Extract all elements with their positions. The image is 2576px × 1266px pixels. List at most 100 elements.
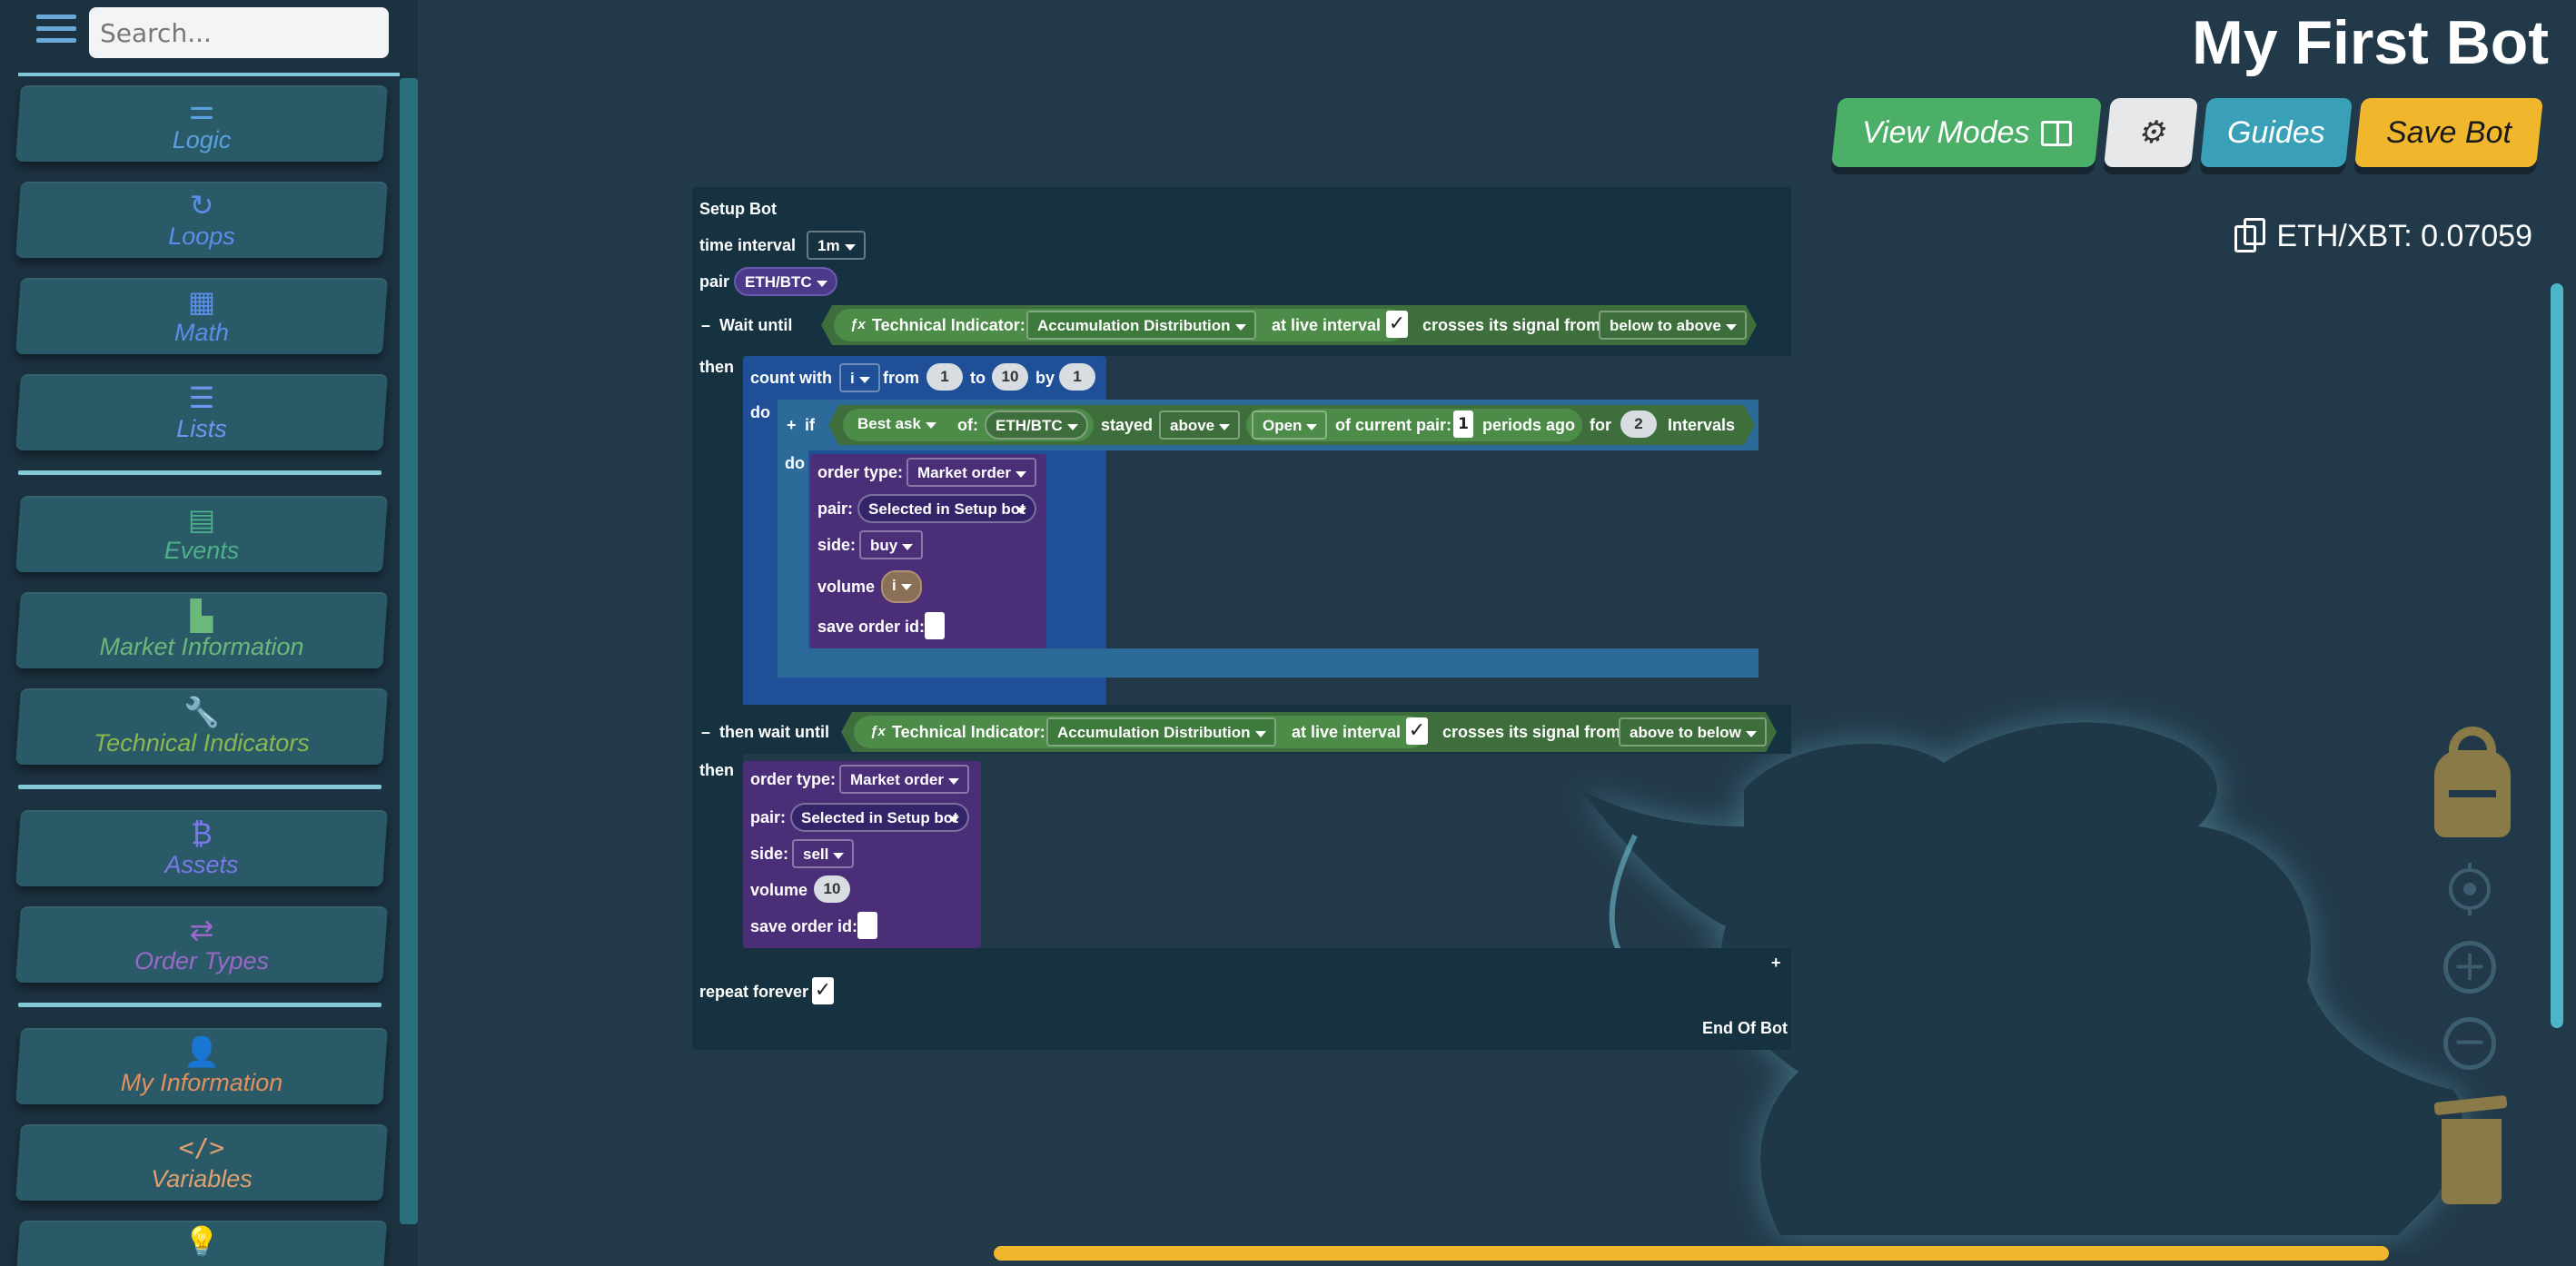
category-math[interactable]: ▦ Math [15, 278, 388, 354]
volume-value[interactable]: 10 [814, 875, 850, 903]
category-my-information[interactable]: 👤 My Information [15, 1028, 388, 1104]
zoom-in-icon[interactable]: + [2443, 941, 2496, 994]
chart-icon: ▙ [190, 598, 213, 633]
save-order-id-input[interactable] [925, 612, 945, 639]
end-of-bot-label: End Of Bot [1702, 1019, 1788, 1037]
settings-button[interactable]: ⚙ [2104, 98, 2198, 167]
stayed-direction-dropdown[interactable]: above [1159, 410, 1241, 440]
count-with-label: count with [750, 369, 832, 387]
for-value[interactable]: 2 [1620, 410, 1657, 438]
view-modes-button[interactable]: View Modes [1831, 98, 2102, 167]
live-interval-checkbox[interactable]: ✓ [1386, 311, 1408, 338]
periods-value-input[interactable]: 1 [1453, 410, 1473, 438]
from-value[interactable]: 1 [926, 363, 963, 391]
pair-label: pair [699, 272, 730, 291]
repeat-forever-checkbox[interactable]: ✓ [812, 977, 834, 1004]
category-tips[interactable]: 💡 [15, 1221, 388, 1266]
side-dropdown[interactable]: sell [792, 839, 855, 868]
of-pair-dropdown[interactable]: ETH/BTC [985, 410, 1088, 440]
category-technical-indicators[interactable]: 🔧 Technical Indicators [15, 688, 388, 765]
if-block-footer [778, 648, 1759, 678]
for-label: for [1590, 416, 1611, 434]
category-label: Math [173, 318, 230, 346]
add-block-toggle[interactable]: + [1771, 952, 1781, 974]
if-do-label: do [785, 454, 805, 472]
by-value[interactable]: 1 [1059, 363, 1095, 391]
price-type-dropdown[interactable]: Best ask [848, 410, 945, 440]
recenter-icon[interactable] [2443, 863, 2496, 915]
hamburger-menu-icon[interactable] [36, 15, 76, 47]
function-icon: ƒx [870, 724, 886, 739]
save-order-id-input[interactable] [857, 912, 877, 939]
then-wait-spine [692, 754, 743, 948]
of-current-pair-label: of current pair: [1335, 416, 1452, 434]
setup-bot-footer [692, 948, 1791, 1050]
intervals-label: Intervals [1668, 416, 1736, 434]
category-loops[interactable]: ↻ Loops [15, 182, 388, 258]
bitcoin-icon: ₿ [191, 816, 213, 851]
book-icon [2040, 120, 2072, 145]
workspace-vertical-scrollbar[interactable] [2551, 283, 2563, 1028]
toolbox-scrollbar[interactable] [400, 78, 418, 1224]
zoom-out-icon[interactable]: − [2443, 1017, 2496, 1070]
volume-variable-dropdown[interactable]: i [881, 570, 922, 603]
category-assets[interactable]: ₿ Assets [15, 810, 388, 886]
category-events[interactable]: ▤ Events [15, 496, 388, 572]
category-label: Assets [164, 850, 239, 878]
view-modes-label: View Modes [1861, 114, 2030, 150]
side-dropdown[interactable]: buy [859, 530, 924, 559]
save-bot-button[interactable]: Save Bot [2354, 98, 2543, 167]
category-variables[interactable]: </> Variables [15, 1124, 388, 1201]
category-logic[interactable]: ⚌ Logic [15, 85, 388, 162]
trash-icon[interactable] [2433, 1094, 2508, 1204]
category-label: Technical Indicators [94, 728, 310, 757]
category-divider [18, 470, 381, 475]
category-label: Market Information [99, 632, 304, 660]
order-type-dropdown[interactable]: Market order [839, 765, 969, 794]
category-label: My Information [120, 1068, 283, 1096]
save-order-id-label: save order id: [750, 917, 858, 935]
cross-direction-dropdown[interactable]: below to above [1599, 311, 1747, 340]
crosses-signal-label: crosses its signal from [1422, 316, 1601, 334]
function-icon: ƒx [850, 317, 866, 332]
collapse-toggle[interactable]: – [701, 721, 710, 743]
category-order-types[interactable]: ⇄ Order Types [15, 906, 388, 983]
if-expand-toggle[interactable]: + [787, 414, 797, 436]
order-pair-label: pair: [750, 808, 787, 826]
live-interval-checkbox[interactable]: ✓ [1406, 717, 1428, 745]
loop-variable-dropdown[interactable]: i [839, 363, 880, 392]
order-pair-value[interactable]: Selected in Setup bot [790, 803, 969, 832]
order-type-dropdown[interactable]: Market order [907, 458, 1036, 487]
category-label: Variables [151, 1164, 253, 1192]
time-interval-label: time interval [699, 236, 797, 254]
indicator-dropdown[interactable]: Accumulation Distribution [1026, 311, 1256, 340]
setup-bot-spine [692, 345, 743, 705]
order-type-label: order type: [750, 770, 837, 788]
cross-direction-dropdown[interactable]: above to below [1619, 717, 1767, 747]
pair-price-text: ETH/XBT: 0.07059 [2276, 218, 2532, 253]
time-interval-dropdown[interactable]: 1m [807, 231, 866, 260]
copy-icon[interactable] [2234, 218, 2267, 254]
backpack-icon[interactable] [2434, 727, 2511, 837]
toolbox-search-input[interactable] [89, 7, 389, 58]
candle-value-dropdown[interactable]: Open [1252, 410, 1328, 440]
repeat-forever-label: repeat forever [699, 983, 809, 1001]
category-lists[interactable]: ☰ Lists [15, 374, 388, 450]
wrench-icon: 🔧 [183, 694, 220, 729]
technical-indicator-label: Technical Indicator: [892, 723, 1045, 741]
order-pair-value[interactable]: Selected in Setup bot [857, 494, 1036, 523]
collapse-toggle[interactable]: – [701, 314, 710, 336]
workspace-horizontal-scrollbar[interactable] [994, 1246, 2389, 1261]
indicator-dropdown[interactable]: Accumulation Distribution [1046, 717, 1276, 747]
pair-price-readout[interactable]: ETH/XBT: 0.07059 [2234, 218, 2532, 254]
lightbulb-icon: 💡 [183, 1224, 220, 1259]
at-live-interval-label: at live interval [1292, 723, 1402, 741]
pair-dropdown[interactable]: ETH/BTC [734, 267, 837, 296]
of-label: of: [957, 416, 978, 434]
periods-ago-label: periods ago [1482, 416, 1576, 434]
category-market-information[interactable]: ▙ Market Information [15, 592, 388, 668]
loop-do-label: do [750, 403, 770, 421]
guides-button[interactable]: Guides [2200, 98, 2353, 167]
to-value[interactable]: 10 [992, 363, 1028, 391]
side-label: side: [817, 536, 857, 554]
